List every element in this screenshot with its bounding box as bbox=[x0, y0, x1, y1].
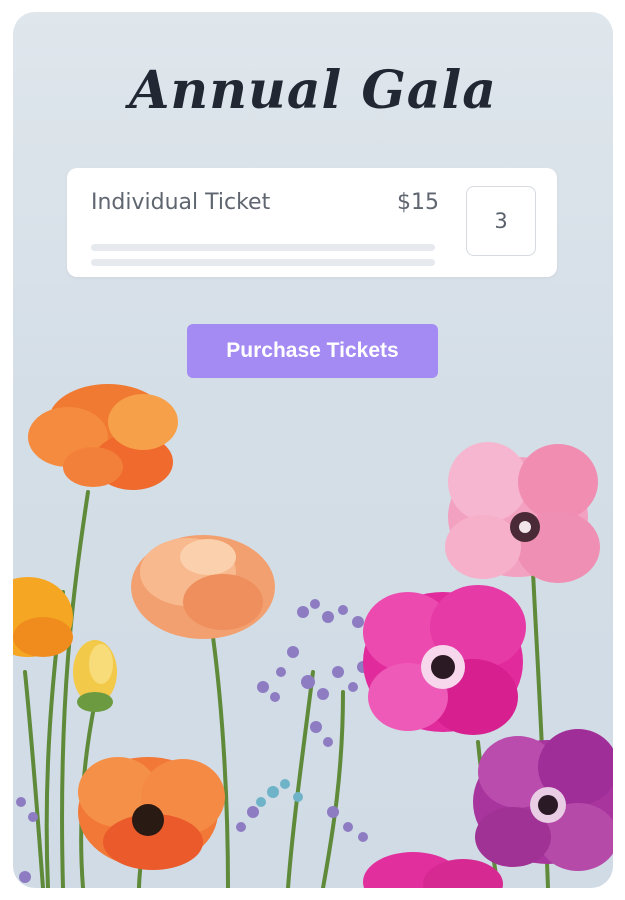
purchase-tickets-button[interactable]: Purchase Tickets bbox=[187, 324, 438, 378]
ticket-option: Individual Ticket $15 bbox=[67, 168, 557, 277]
ticket-quantity-input[interactable] bbox=[466, 186, 536, 256]
ticket-price: $15 bbox=[397, 190, 439, 215]
event-title: Annual Gala bbox=[129, 60, 497, 121]
flower-arrangement-image bbox=[13, 384, 613, 888]
ticket-name: Individual Ticket bbox=[91, 190, 271, 215]
ticket-description-placeholder bbox=[91, 259, 435, 266]
event-card: Annual Gala Individual Ticket $15 Purcha… bbox=[13, 12, 613, 888]
ticket-description-placeholder bbox=[91, 244, 435, 251]
